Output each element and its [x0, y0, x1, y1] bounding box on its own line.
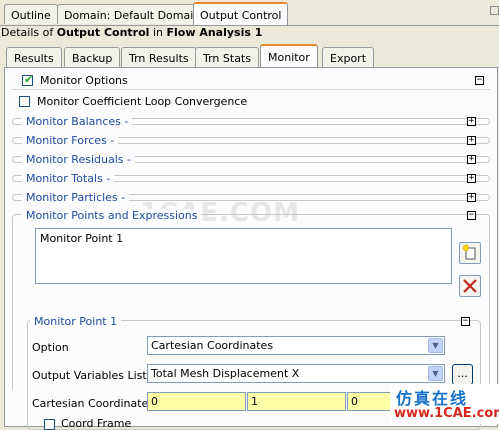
section-monitor-totals[interactable]: Monitor Totals -	[22, 172, 115, 185]
delete-x-icon	[463, 279, 477, 293]
coord-frame-checkbox[interactable]	[44, 419, 55, 430]
section-monitor-particles[interactable]: Monitor Particles -	[22, 191, 130, 204]
tab-domain-default[interactable]: Domain: Default Domain	[57, 4, 208, 24]
checkmark-icon: ✔	[24, 73, 34, 86]
collapse-icon[interactable]: −	[467, 211, 476, 220]
option-select[interactable]: Cartesian Coordinates ▼	[147, 336, 445, 355]
details-prefix: Details of	[1, 26, 57, 39]
brand-logo: 仿真在线 www.1CAE.com	[390, 384, 499, 424]
output-variables-select[interactable]: Total Mesh Displacement X ▼	[147, 364, 445, 383]
delete-item-button[interactable]	[459, 275, 481, 297]
subtab-results[interactable]: Results	[6, 47, 62, 67]
browse-button[interactable]: ...	[452, 364, 473, 385]
subtab-trn-stats[interactable]: Trn Stats	[195, 47, 259, 67]
option-value: Cartesian Coordinates	[151, 339, 274, 352]
subtab-trn-results[interactable]: Trn Results	[121, 47, 197, 67]
new-item-button[interactable]	[459, 242, 481, 264]
chevron-down-icon[interactable]: ▼	[428, 338, 443, 353]
collapse-icon[interactable]: −	[475, 76, 484, 85]
brand-url: www.1CAE.com	[394, 406, 499, 421]
subtab-export-label: Export	[330, 52, 367, 65]
list-item[interactable]: Monitor Point 1	[40, 232, 123, 245]
expand-icon[interactable]: +	[467, 117, 476, 126]
section-monitor-balances[interactable]: Monitor Balances -	[22, 115, 133, 128]
monitor-coeff-checkbox[interactable]	[19, 96, 30, 107]
details-middle: in	[149, 26, 167, 39]
expand-icon[interactable]: +	[467, 136, 476, 145]
new-document-icon	[462, 244, 476, 260]
tab-output-control[interactable]: Output Control	[193, 2, 289, 26]
cartesian-coords-label: Cartesian Coordinates	[32, 397, 155, 410]
subtab-backup-label: Backup	[72, 52, 113, 65]
monitor-options-label: Monitor Options	[40, 74, 128, 87]
subtab-export[interactable]: Export	[322, 47, 375, 67]
monitor-points-list[interactable]: Monitor Point 1	[35, 228, 452, 284]
expand-icon[interactable]: +	[467, 174, 476, 183]
coord-x-field[interactable]: 0	[147, 392, 246, 411]
details-header: Details of Output Control in Flow Analys…	[1, 26, 262, 39]
option-label: Option	[32, 341, 69, 354]
divider	[12, 89, 490, 90]
coord-y-field[interactable]: 1	[247, 392, 346, 411]
section-monitor-residuals[interactable]: Monitor Residuals -	[22, 153, 135, 166]
expand-icon[interactable]: +	[467, 193, 476, 202]
pane-maximize-icon[interactable]	[490, 6, 499, 15]
output-variables-value: Total Mesh Displacement X	[151, 367, 300, 380]
subtab-results-label: Results	[14, 52, 54, 65]
chevron-down-icon[interactable]: ▼	[428, 366, 443, 381]
tab-outline-label: Outline	[11, 9, 51, 22]
collapse-icon[interactable]: −	[461, 317, 470, 326]
details-object: Output Control	[56, 26, 150, 39]
section-monitor-forces[interactable]: Monitor Forces -	[22, 134, 119, 147]
monitor-point-title: Monitor Point 1	[30, 315, 122, 328]
monitor-coeff-label: Monitor Coefficient Loop Convergence	[37, 95, 248, 108]
tab-domain-label: Domain: Default Domain	[64, 9, 201, 22]
subtab-backup[interactable]: Backup	[64, 47, 121, 67]
output-variables-label: Output Variables List	[32, 369, 147, 382]
expand-icon[interactable]: +	[467, 155, 476, 164]
tab-output-control-label: Output Control	[200, 9, 282, 22]
tab-outline[interactable]: Outline	[4, 4, 58, 24]
subtab-trn-results-label: Trn Results	[129, 52, 189, 65]
monitor-options-checkbox[interactable]: ✔	[22, 73, 34, 86]
subtab-monitor[interactable]: Monitor	[260, 44, 318, 68]
section-monitor-points[interactable]: Monitor Points and Expressions	[22, 209, 202, 222]
subtab-trn-stats-label: Trn Stats	[203, 52, 251, 65]
details-analysis: Flow Analysis 1	[166, 26, 263, 39]
subtab-monitor-label: Monitor	[268, 51, 310, 64]
